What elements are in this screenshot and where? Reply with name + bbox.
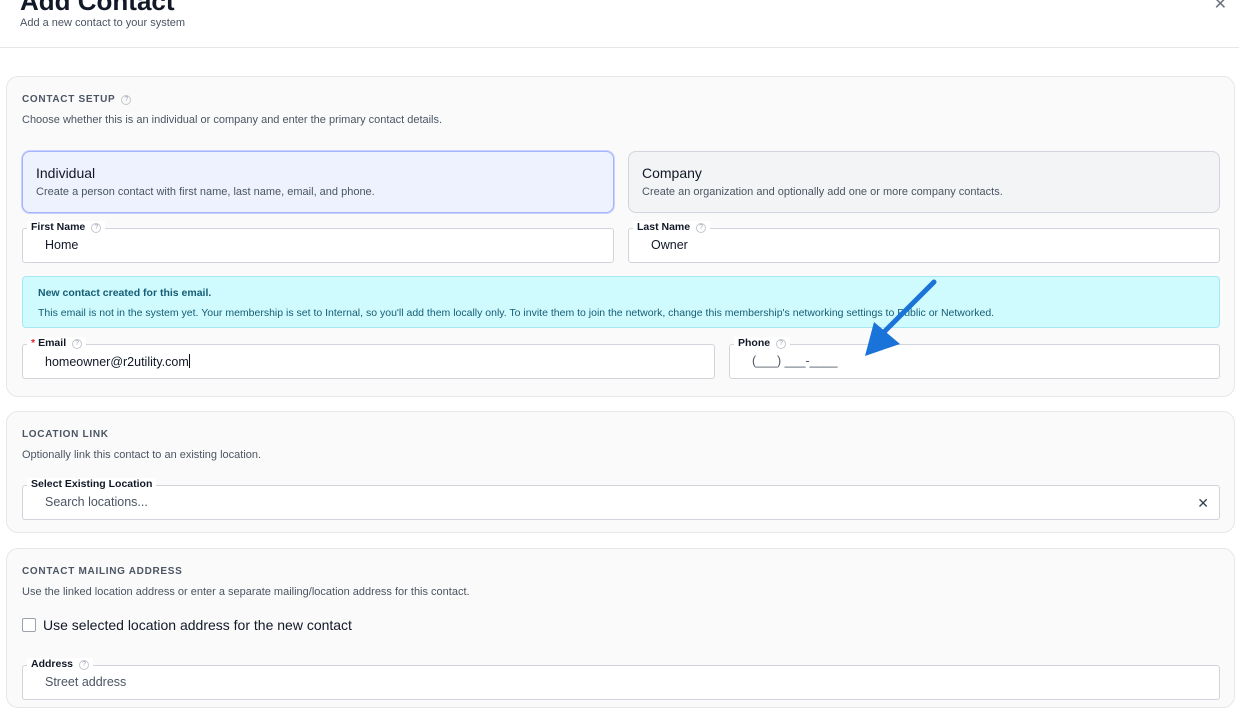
field-label: First Name?	[27, 221, 106, 233]
annotation-arrow-icon	[865, 279, 937, 356]
page-title: Add Contact	[20, 0, 175, 16]
location-search-input[interactable]: Select Existing Location Search location…	[22, 478, 1220, 520]
help-icon[interactable]: ?	[91, 223, 102, 233]
section-description: Choose whether this is an individual or …	[22, 114, 443, 126]
first-name-field[interactable]: First Name? Home	[22, 221, 614, 263]
section-title: LOCATION LINK	[22, 429, 109, 440]
help-icon[interactable]: ?	[696, 223, 707, 233]
info-banner: New contact created for this email. This…	[22, 276, 1220, 328]
field-label: Select Existing Location	[27, 478, 157, 490]
option-description: Create an organization and optionally ad…	[642, 186, 1003, 198]
section-title: CONTACT MAILING ADDRESS	[22, 566, 183, 577]
required-marker: *	[31, 337, 36, 349]
email-field[interactable]: * Email? homeowner@r2utility.com	[22, 337, 715, 379]
address-placeholder: Street address	[45, 675, 127, 689]
field-label: Last Name?	[633, 221, 711, 233]
mailing-address-section: CONTACT MAILING ADDRESS Use the linked l…	[6, 548, 1235, 708]
text-cursor	[188, 354, 190, 368]
help-icon[interactable]: ?	[72, 339, 83, 349]
clear-icon[interactable]: ✕	[1197, 495, 1209, 512]
phone-field[interactable]: Phone? (___) ___-____	[729, 337, 1220, 379]
location-link-section: LOCATION LINK Optionally link this conta…	[6, 411, 1235, 533]
field-label: * Email?	[27, 337, 87, 349]
phone-placeholder: (___) ___-____	[752, 354, 838, 368]
use-location-address-checkbox[interactable]	[22, 618, 36, 632]
first-name-value: Home	[45, 238, 79, 252]
close-icon[interactable]: ✕	[1214, 0, 1227, 14]
section-description: Optionally link this contact to an exist…	[22, 449, 262, 461]
company-option[interactable]: Company Create an organization and optio…	[628, 151, 1220, 213]
section-title: CONTACT SETUP?	[22, 94, 132, 105]
section-description: Use the linked location address or enter…	[22, 586, 470, 598]
help-icon[interactable]: ?	[79, 660, 90, 670]
individual-option[interactable]: Individual Create a person contact with …	[22, 151, 614, 213]
info-title: New contact created for this email.	[38, 287, 212, 299]
contact-setup-section: CONTACT SETUP? Choose whether this is an…	[6, 76, 1235, 397]
option-title: Individual	[36, 165, 96, 181]
last-name-value: Owner	[651, 238, 688, 252]
last-name-field[interactable]: Last Name? Owner	[628, 221, 1220, 263]
page-subtitle: Add a new contact to your system	[20, 17, 186, 29]
field-label: Address?	[27, 658, 94, 670]
option-description: Create a person contact with first name,…	[36, 186, 375, 198]
modal-header: Add Contact Add a new contact to your sy…	[0, 0, 1239, 48]
email-value: homeowner@r2utility.com	[45, 354, 190, 369]
info-text: This email is not in the system yet. You…	[38, 307, 995, 319]
location-search-placeholder: Search locations...	[45, 495, 148, 509]
help-icon[interactable]: ?	[776, 339, 787, 349]
help-icon[interactable]: ?	[121, 95, 132, 105]
checkbox-label[interactable]: Use selected location address for the ne…	[43, 617, 352, 633]
option-title: Company	[642, 165, 702, 181]
field-label: Phone?	[734, 337, 791, 349]
address-field[interactable]: Address? Street address	[22, 658, 1220, 700]
